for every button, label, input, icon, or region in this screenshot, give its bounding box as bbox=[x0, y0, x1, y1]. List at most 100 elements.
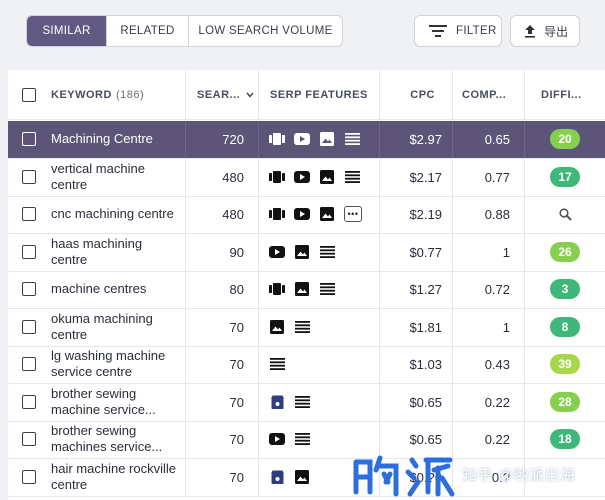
row-select-cell bbox=[8, 346, 50, 383]
row-checkbox[interactable] bbox=[22, 470, 36, 485]
serp-features-cell bbox=[259, 271, 380, 308]
keyword-link[interactable]: lg washing machine service centre bbox=[51, 348, 179, 381]
table-header: KEYWORD (186) SEAR... SERP FEATURES CPC C… bbox=[8, 70, 605, 120]
list-icon bbox=[294, 319, 310, 335]
volume-cell: 480 bbox=[186, 159, 259, 196]
row-checkbox[interactable] bbox=[22, 245, 36, 260]
volume-cell: 720 bbox=[186, 121, 259, 158]
table-row[interactable]: Machining Centre 720 $2.97 0.65 20 bbox=[8, 121, 605, 159]
export-icon bbox=[524, 24, 536, 38]
serp-features-cell: ••• bbox=[259, 196, 380, 233]
row-select-cell bbox=[8, 271, 50, 308]
difficulty-cell bbox=[525, 196, 605, 233]
list-icon bbox=[344, 169, 360, 185]
difficulty-badge: 8 bbox=[550, 317, 580, 338]
difficulty-cell: 26 bbox=[525, 234, 605, 271]
more-icon[interactable]: ••• bbox=[344, 206, 362, 223]
table-row[interactable]: vertical machine centre 480 $2.17 0.77 17 bbox=[8, 159, 605, 197]
tab-low-search-volume[interactable]: LOW SEARCH VOLUME bbox=[189, 16, 342, 46]
keyword-cell: brother sewing machines service... bbox=[50, 421, 186, 458]
tab-related[interactable]: RELATED bbox=[107, 16, 189, 46]
keyword-cell: haas machining centre bbox=[50, 234, 186, 271]
column-serp-features[interactable]: SERP FEATURES bbox=[259, 70, 380, 119]
difficulty-cell: 3 bbox=[525, 271, 605, 308]
tab-similar[interactable]: SIMILAR bbox=[27, 16, 107, 46]
cpc-value: $2.97 bbox=[409, 131, 442, 147]
column-keyword[interactable]: KEYWORD (186) bbox=[50, 70, 186, 119]
keyword-link[interactable]: haas machining centre bbox=[51, 236, 179, 269]
difficulty-badge: 26 bbox=[550, 242, 580, 263]
table-row[interactable]: cnc machining centre 480 ••• $2.19 0.88 bbox=[8, 196, 605, 234]
difficulty-badge: 20 bbox=[550, 129, 580, 150]
search-icon[interactable] bbox=[558, 208, 572, 221]
competition-cell: 0.72 bbox=[453, 271, 525, 308]
row-checkbox[interactable] bbox=[22, 395, 36, 410]
serp-features-cell bbox=[259, 121, 380, 158]
table-row[interactable]: okuma machining centre 70 $1.81 1 8 bbox=[8, 309, 605, 347]
cards-icon bbox=[269, 131, 285, 147]
search-volume: 70 bbox=[229, 431, 244, 447]
keyword-link[interactable]: brother sewing machines service... bbox=[51, 423, 179, 456]
competition-cell: 0.65 bbox=[453, 121, 525, 158]
export-button[interactable]: 导出 bbox=[510, 15, 580, 47]
youtube-icon bbox=[269, 431, 285, 447]
keyword-link[interactable]: machine centres bbox=[51, 281, 146, 298]
row-checkbox[interactable] bbox=[22, 282, 36, 297]
keyword-link[interactable]: hair machine rockville centre bbox=[51, 461, 179, 494]
table-row[interactable]: haas machining centre 90 $0.77 1 26 bbox=[8, 234, 605, 272]
keyword-link[interactable]: cnc machining centre bbox=[51, 206, 174, 223]
table-row[interactable]: lg washing machine service centre 70 $1.03… bbox=[8, 346, 605, 384]
competition-value: 0.43 bbox=[484, 356, 510, 372]
list-icon bbox=[294, 431, 310, 447]
keyword-cell: lg washing machine service centre bbox=[50, 346, 186, 383]
difficulty-badge: 28 bbox=[550, 392, 580, 413]
select-all-checkbox[interactable] bbox=[22, 87, 36, 102]
cpc-cell: $0.65 bbox=[380, 384, 453, 421]
row-checkbox[interactable] bbox=[22, 357, 36, 372]
column-difficulty[interactable]: DIFFI... bbox=[525, 70, 605, 119]
select-all-cell bbox=[8, 70, 50, 119]
row-select-cell bbox=[8, 196, 50, 233]
volume-cell: 70 bbox=[186, 384, 259, 421]
local-icon bbox=[269, 394, 285, 410]
keyword-cell: cnc machining centre bbox=[50, 196, 186, 233]
image-icon bbox=[294, 244, 310, 260]
row-checkbox[interactable] bbox=[22, 432, 36, 447]
row-checkbox[interactable] bbox=[22, 170, 36, 185]
filter-button[interactable]: FILTER bbox=[414, 15, 502, 47]
cpc-cell: $1.27 bbox=[380, 271, 453, 308]
serp-features-cell bbox=[259, 234, 380, 271]
row-select-cell bbox=[8, 121, 50, 158]
search-volume: 480 bbox=[222, 206, 244, 222]
column-cpc[interactable]: CPC bbox=[380, 70, 453, 119]
tab-group: SIMILAR RELATED LOW SEARCH VOLUME bbox=[26, 15, 343, 47]
competition-value: 0.77 bbox=[484, 169, 510, 185]
youtube-icon bbox=[294, 131, 310, 147]
row-checkbox[interactable] bbox=[22, 207, 36, 222]
cpc-cell: $2.97 bbox=[380, 121, 453, 158]
table-row[interactable]: brother sewing machine service... 70 $0.65… bbox=[8, 384, 605, 422]
serp-features-cell bbox=[259, 346, 380, 383]
search-volume: 70 bbox=[229, 319, 244, 335]
row-checkbox[interactable] bbox=[22, 320, 36, 335]
list-icon bbox=[319, 281, 335, 297]
difficulty-badge: 3 bbox=[550, 279, 580, 300]
keyword-link[interactable]: brother sewing machine service... bbox=[51, 386, 179, 419]
volume-cell: 70 bbox=[186, 421, 259, 458]
keyword-link[interactable]: okuma machining centre bbox=[51, 311, 179, 344]
column-competition[interactable]: COMP... bbox=[453, 70, 525, 119]
cards-icon bbox=[269, 169, 285, 185]
keyword-link[interactable]: vertical machine centre bbox=[51, 161, 179, 194]
volume-cell: 90 bbox=[186, 234, 259, 271]
keyword-link[interactable]: Machining Centre bbox=[51, 131, 153, 148]
youtube-icon bbox=[294, 169, 310, 185]
search-volume: 70 bbox=[229, 356, 244, 372]
column-search-volume[interactable]: SEAR... bbox=[186, 70, 259, 119]
competition-value: 0.22 bbox=[484, 431, 510, 447]
competition-cell: 1 bbox=[453, 309, 525, 346]
sort-chevron-icon bbox=[246, 92, 254, 98]
difficulty-cell: 8 bbox=[525, 309, 605, 346]
competition-value: 0.22 bbox=[484, 394, 510, 410]
table-row[interactable]: machine centres 80 $1.27 0.72 3 bbox=[8, 271, 605, 309]
row-checkbox[interactable] bbox=[22, 132, 36, 147]
